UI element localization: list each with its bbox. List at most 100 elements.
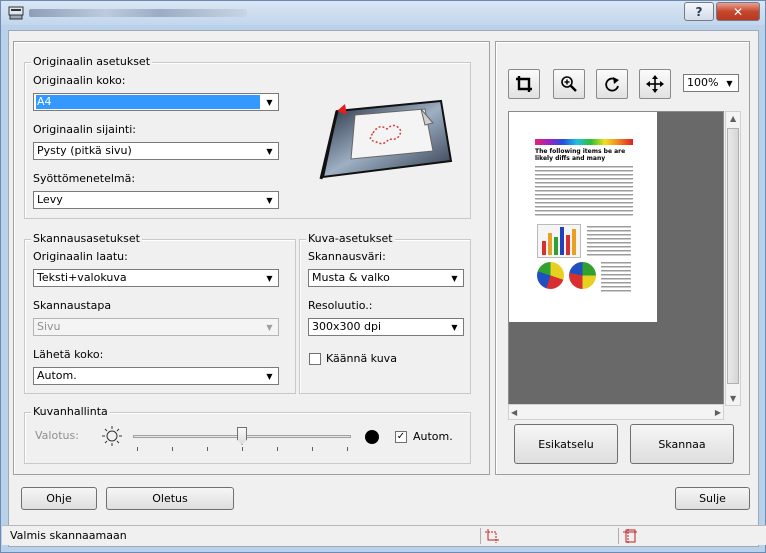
- send-size-value: Autom.: [37, 369, 77, 382]
- dropdown-arrow-icon[interactable]: ▼: [262, 193, 277, 207]
- scanner-window: ? ✕ Originaalin asetukset Originaalin ko…: [0, 0, 766, 553]
- preview-button[interactable]: Esikatselu: [514, 424, 618, 464]
- slider-tick: [172, 447, 173, 451]
- original-quality-select[interactable]: Teksti+valokuva ▼: [33, 269, 279, 287]
- close-button[interactable]: Sulje: [675, 487, 750, 510]
- feed-method-select[interactable]: Levy ▼: [33, 191, 279, 209]
- original-quality-label: Originaalin laatu:: [33, 250, 128, 263]
- dropdown-arrow-icon[interactable]: ▼: [722, 76, 737, 90]
- original-quality-value: Teksti+valokuva: [37, 271, 127, 284]
- feed-method-value: Levy: [37, 193, 63, 206]
- doc-text-block: [535, 166, 633, 216]
- preview-horizontal-scrollbar[interactable]: ◀ ▶: [508, 404, 724, 420]
- status-divider: [480, 528, 481, 544]
- zoom-select[interactable]: 100% ▼: [683, 74, 739, 92]
- send-size-label: Lähetä koko:: [33, 348, 104, 361]
- send-size-select[interactable]: Autom. ▼: [33, 367, 279, 385]
- sun-icon: [102, 426, 122, 446]
- doc-side-text: [601, 262, 631, 292]
- slider-tick: [347, 447, 348, 451]
- resolution-label: Resoluutio.:: [308, 299, 373, 312]
- crop-size-icon: [485, 529, 499, 543]
- platen-illustration: [319, 99, 453, 180]
- slider-tick: [242, 447, 243, 451]
- help-button[interactable]: Ohje: [21, 487, 97, 510]
- dropdown-arrow-icon[interactable]: ▼: [262, 144, 277, 158]
- status-text: Valmis skannaamaan: [10, 529, 127, 542]
- doc-pie-chart: [537, 262, 564, 289]
- help-title-button[interactable]: ?: [684, 2, 714, 21]
- rotate-image-label: Käännä kuva: [326, 352, 397, 365]
- image-settings-group: Kuva-asetukset Skannausväri: Musta & val…: [299, 232, 471, 394]
- auto-exposure-checkbox[interactable]: ✓: [395, 431, 407, 443]
- zoom-in-button[interactable]: [553, 69, 585, 99]
- preview-page: The following items be are likely diffs …: [509, 112, 657, 322]
- scan-settings-group: Skannausasetukset Originaalin laatu: Tek…: [24, 232, 296, 394]
- settings-panel: Originaalin asetukset Originaalin koko: …: [13, 41, 490, 475]
- original-size-value: A4: [36, 95, 260, 109]
- scroll-up-icon[interactable]: ▲: [730, 114, 736, 123]
- scroll-left-icon[interactable]: ◀: [511, 408, 517, 417]
- color-bar: [535, 139, 633, 145]
- dropdown-arrow-icon[interactable]: ▼: [262, 95, 277, 109]
- move-button[interactable]: [639, 69, 671, 99]
- zoom-value: 100%: [687, 76, 719, 89]
- scan-method-select: Sivu ▼: [33, 318, 279, 336]
- scan-color-select[interactable]: Musta & valko ▼: [308, 269, 464, 287]
- resolution-select[interactable]: 300x300 dpi ▼: [308, 318, 464, 336]
- doc-heading: The following items be are likely diffs …: [535, 148, 626, 162]
- crop-icon: [516, 76, 532, 92]
- dropdown-arrow-icon[interactable]: ▼: [447, 271, 462, 285]
- original-placement-label: Originaalin sijainti:: [33, 123, 136, 136]
- page-size-icon: [623, 529, 637, 543]
- exposure-slider[interactable]: [133, 425, 351, 455]
- original-settings-legend: Originaalin asetukset: [31, 55, 153, 68]
- scan-settings-legend: Skannausasetukset: [31, 232, 142, 245]
- slider-tick: [207, 447, 208, 451]
- original-size-select[interactable]: A4 ▼: [33, 93, 279, 111]
- doc-pie-chart: [569, 262, 596, 289]
- original-placement-select[interactable]: Pysty (pitkä sivu) ▼: [33, 142, 279, 160]
- dropdown-arrow-icon[interactable]: ▼: [262, 271, 277, 285]
- crop-button[interactable]: [508, 69, 540, 99]
- doc-side-text: [587, 226, 631, 258]
- dropdown-arrow-icon[interactable]: ▼: [447, 320, 462, 334]
- scan-method-label: Skannaustapa: [33, 299, 112, 312]
- slider-tick: [277, 447, 278, 451]
- rotate-button[interactable]: [596, 69, 628, 99]
- feed-method-label: Syöttömenetelmä:: [33, 172, 136, 185]
- status-bar: Valmis skannaamaan: [2, 525, 766, 545]
- original-size-label: Originaalin koko:: [33, 74, 126, 87]
- slider-tick: [137, 447, 138, 451]
- exposure-label: Valotus:: [35, 429, 79, 442]
- dropdown-arrow-icon[interactable]: ▼: [262, 369, 277, 383]
- client-area: Originaalin asetukset Originaalin koko: …: [8, 30, 759, 547]
- preview-vertical-scrollbar[interactable]: ▲ ▼: [725, 111, 741, 406]
- dropdown-arrow-icon: ▼: [266, 322, 273, 332]
- scanner-app-icon: [8, 6, 24, 20]
- scan-color-value: Musta & valko: [312, 271, 390, 284]
- image-control-legend: Kuvanhallinta: [31, 405, 110, 418]
- scroll-right-icon[interactable]: ▶: [715, 408, 721, 417]
- original-placement-value: Pysty (pitkä sivu): [37, 144, 132, 157]
- auto-exposure-label: Autom.: [413, 430, 453, 443]
- move-icon: [646, 75, 664, 93]
- status-divider: [618, 528, 619, 544]
- dark-icon: [365, 430, 379, 444]
- rotate-icon: [605, 77, 619, 92]
- scroll-down-icon[interactable]: ▼: [730, 394, 736, 403]
- zoom-in-icon: [561, 76, 577, 92]
- original-settings-group: Originaalin asetukset Originaalin koko: …: [24, 55, 471, 219]
- image-settings-legend: Kuva-asetukset: [306, 232, 395, 245]
- close-window-button[interactable]: ✕: [716, 2, 760, 21]
- defaults-button[interactable]: Oletus: [106, 487, 234, 510]
- vertical-scroll-thumb[interactable]: [727, 128, 739, 384]
- resolution-value: 300x300 dpi: [312, 320, 382, 333]
- preview-panel: 100% ▼ The following items be are likely…: [495, 41, 750, 475]
- preview-canvas[interactable]: The following items be are likely diffs …: [508, 111, 724, 406]
- scan-method-value: Sivu: [37, 320, 61, 333]
- scan-button[interactable]: Skannaa: [630, 424, 734, 464]
- slider-thumb[interactable]: [237, 427, 247, 445]
- rotate-image-checkbox[interactable]: [309, 353, 321, 365]
- doc-bar-chart: [537, 224, 581, 258]
